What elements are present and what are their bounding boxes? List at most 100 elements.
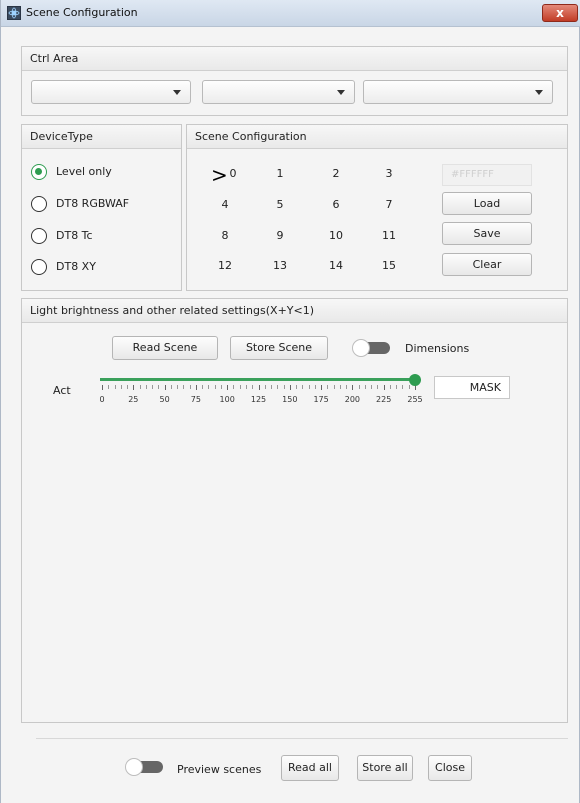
slider-tick [383,385,385,390]
load-button[interactable]: Load [442,192,532,215]
brightness-panel: Light brightness and other related setti… [21,298,568,723]
radio-dt8-rgbwaf[interactable] [31,196,47,212]
scene-14[interactable]: 14 [316,259,356,272]
scene-9[interactable]: 9 [260,229,300,242]
chevron-down-icon [173,90,181,95]
slider-tick [402,385,404,389]
device-type-title: DeviceType [30,130,93,143]
scene-0[interactable]: 0 [213,167,253,180]
scene-8[interactable]: 8 [205,229,245,242]
scene-config-header: Scene Configuration [187,125,567,149]
scene-configuration-window: Scene Configuration x Ctrl Area DeviceTy… [0,0,580,803]
slider-tick [271,385,273,389]
read-scene-button[interactable]: Read Scene [112,336,218,360]
clear-button[interactable]: Clear [442,253,532,276]
slider-tick-label: 0 [99,395,105,404]
slider-tick [127,385,129,389]
toggle-knob [125,758,143,776]
ctrl-combo-3[interactable] [363,80,553,104]
toggle-knob [352,339,370,357]
radio-dt8-xy[interactable] [31,259,47,275]
slider-tick [214,385,216,389]
act-slider-track[interactable] [100,378,415,381]
slider-tick [133,385,135,390]
slider-tick [352,385,354,390]
slider-tick [264,385,266,389]
slider-tick [296,385,298,389]
close-window-button[interactable]: x [542,4,578,22]
scene-10[interactable]: 10 [316,229,356,242]
scene-7[interactable]: 7 [369,198,409,211]
store-scene-button[interactable]: Store Scene [230,336,328,360]
scene-15[interactable]: 15 [369,259,409,272]
device-type-header: DeviceType [22,125,181,149]
preview-scenes-label: Preview scenes [177,763,262,776]
slider-tick-label: 255 [407,395,423,404]
scene-13[interactable]: 13 [260,259,300,272]
radio-dt8-tc[interactable] [31,228,47,244]
window-title: Scene Configuration [26,6,138,19]
close-button[interactable]: Close [428,755,472,781]
ctrl-area-title: Ctrl Area [30,52,79,65]
slider-tick [120,385,122,389]
act-label: Act [53,384,71,397]
slider-tick [227,385,229,390]
scene-3[interactable]: 3 [369,167,409,180]
slider-tick [164,385,166,390]
slider-tick [239,385,241,389]
radio-label-dt8-tc: DT8 Tc [56,229,93,242]
slider-tick [102,385,103,390]
slider-tick [195,385,197,390]
scene-1[interactable]: 1 [260,167,300,180]
slider-tick [396,385,398,389]
title-bar: Scene Configuration x [1,0,580,27]
slider-tick [327,385,329,389]
slider-tick [321,385,323,390]
slider-tick [170,385,172,389]
scene-11[interactable]: 11 [369,229,409,242]
slider-tick [139,385,141,389]
slider-tick [258,385,260,390]
slider-tick [277,385,279,389]
slider-tick [208,385,210,389]
slider-tick [108,385,110,389]
ctrl-combo-2[interactable] [202,80,355,104]
slider-tick [152,385,154,389]
slider-tick [252,385,254,389]
slider-tick-label: 100 [219,395,235,404]
dimensions-toggle[interactable] [352,339,392,357]
brightness-header: Light brightness and other related setti… [22,299,567,323]
slider-tick-label: 150 [282,395,298,404]
act-slider-handle[interactable] [409,374,421,386]
dimensions-label: Dimensions [405,342,470,355]
store-all-button[interactable]: Store all [357,755,413,781]
chevron-down-icon [337,90,345,95]
mask-field[interactable]: MASK [434,376,510,399]
slider-tick [245,385,247,389]
slider-tick [189,385,191,389]
slider-tick [283,385,285,389]
scene-4[interactable]: 4 [205,198,245,211]
slider-tick [289,385,291,390]
color-value-field[interactable]: #FFFFFF [442,164,532,186]
scene-2[interactable]: 2 [316,167,356,180]
slider-tick-label: 25 [128,395,139,404]
scene-5[interactable]: 5 [260,198,300,211]
save-button[interactable]: Save [442,222,532,245]
ctrl-combo-1[interactable] [31,80,191,104]
slider-tick [145,385,147,389]
preview-scenes-toggle[interactable] [125,758,165,776]
slider-tick [377,385,379,389]
scene-12[interactable]: 12 [205,259,245,272]
scene-6[interactable]: 6 [316,198,356,211]
slider-tick-label: 75 [190,395,201,404]
slider-tick-label: 175 [313,395,329,404]
slider-tick [183,385,185,389]
read-all-button[interactable]: Read all [281,755,339,781]
slider-tick [114,385,116,389]
slider-tick [408,385,410,389]
radio-label-level-only: Level only [56,165,112,178]
ctrl-area-header: Ctrl Area [22,47,567,71]
slider-tick [233,385,235,389]
radio-level-only[interactable] [31,164,47,180]
